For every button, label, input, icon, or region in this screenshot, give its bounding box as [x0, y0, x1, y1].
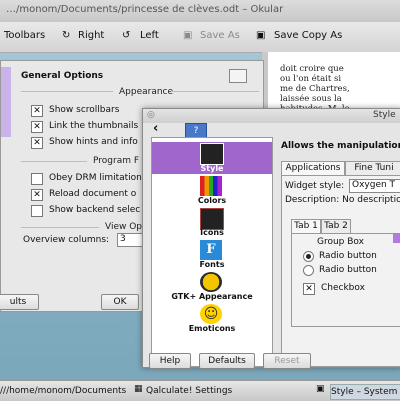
widget-style-label: Widget style: [285, 181, 345, 191]
style-dialog-title: Style [373, 110, 396, 120]
view-options-section-label: View Op [105, 222, 143, 232]
rotate-left-button[interactable]: Left [140, 30, 159, 41]
radio-button-1[interactable] [303, 251, 314, 262]
reload-document-checkbox[interactable]: ✕ [31, 189, 43, 201]
preview-tab-1[interactable]: Tab 1 [291, 219, 321, 233]
category-selection-strip [1, 67, 11, 137]
window-menu-icon[interactable]: ◎ [147, 110, 155, 120]
taskbar-item-documents[interactable]: ///home/monom/Documents [0, 384, 126, 398]
obey-drm-label: Obey DRM limitation [49, 173, 142, 183]
taskbar-item-style[interactable]: Style – System [330, 384, 400, 400]
okular-window-title: …/monom/Documents/princesse de clèves.od… [6, 4, 284, 15]
help-button[interactable]: Help [149, 353, 191, 369]
preview-tab-2[interactable]: Tab 2 [321, 219, 351, 233]
show-scrollbars-checkbox[interactable]: ✕ [31, 105, 43, 117]
program-features-section-label: Program F [93, 156, 140, 166]
rotate-left-icon: ↺ [122, 30, 131, 41]
category-style[interactable]: Style [152, 142, 272, 174]
style-icon [200, 143, 224, 165]
defaults-button[interactable]: ults [0, 294, 39, 310]
save-as-button[interactable]: Save As [200, 30, 240, 41]
save-copy-as-icon: ▣ [256, 30, 266, 41]
back-arrow-icon[interactable]: ‹ [153, 121, 158, 136]
tab-applications[interactable]: Applications [281, 161, 345, 175]
category-colors[interactable]: Colors [152, 176, 272, 206]
toolbars-button[interactable]: Toolbars [4, 30, 45, 41]
style-panel: Allows the manipulation o Applications F… [279, 137, 400, 367]
fonts-icon: F [200, 240, 222, 260]
category-emoticons[interactable]: ☺ Emoticons [152, 304, 272, 334]
save-as-icon: ▣ [183, 30, 193, 41]
category-gtk-appearance[interactable]: GTK+ Appearance [152, 272, 272, 302]
taskbar: ///home/monom/Documents ▦ Qalculate! Set… [0, 380, 400, 401]
link-thumbnails-label: Link the thumbnails [49, 121, 139, 131]
style-panel-heading: Allows the manipulation o [281, 141, 400, 151]
reset-button[interactable]: Reset [263, 353, 311, 369]
divider [21, 161, 87, 162]
save-copy-as-button[interactable]: Save Copy As [274, 30, 342, 41]
appearance-section-label: Appearance [119, 87, 174, 97]
obey-drm-checkbox[interactable] [31, 173, 43, 185]
icons-icon [200, 208, 224, 230]
document-text: doit croire que ou l'on était si me de C… [280, 64, 350, 114]
gtk-appearance-icon [200, 272, 222, 292]
rotate-right-icon: ↻ [62, 30, 71, 41]
qalculate-icon: ▦ [134, 384, 143, 394]
emoticons-icon: ☺ [200, 304, 222, 324]
preview-checkbox-label: Checkbox [321, 283, 365, 293]
radio-button-2[interactable] [303, 265, 314, 276]
okular-titlebar[interactable]: …/monom/Documents/princesse de clèves.od… [0, 0, 400, 23]
radio-button-1-label: Radio button [319, 251, 377, 261]
reload-document-label: Reload document o [49, 189, 137, 199]
divider [171, 91, 259, 92]
style-dialog-titlebar[interactable]: ◎ Style [143, 109, 400, 123]
group-box-label: Group Box [317, 237, 364, 247]
overview-columns-label: Overview columns: [23, 235, 110, 245]
settings-icon [229, 69, 247, 83]
tab-fine-tuning[interactable]: Fine Tuni [345, 161, 400, 175]
widget-style-combobox[interactable]: Oxygen T [349, 179, 400, 193]
show-backend-label: Show backend selec [49, 205, 141, 215]
general-options-header: General Options [21, 71, 104, 81]
show-scrollbars-label: Show scrollbars [49, 105, 120, 115]
divider [21, 227, 99, 228]
category-icons[interactable]: Icons [152, 208, 272, 238]
taskbar-item-qalculate[interactable]: Qalculate! Settings [146, 384, 296, 398]
rotate-right-button[interactable]: Right [78, 30, 104, 41]
preview-checkbox[interactable]: ✕ [303, 283, 315, 295]
show-hints-checkbox[interactable]: ✕ [31, 137, 43, 149]
radio-button-2-label: Radio button [319, 265, 377, 275]
category-list: Style Colors Icons F Fonts GTK+ Appearan… [151, 137, 273, 367]
description-text: Description: No descriptio [285, 195, 400, 205]
colors-icon [200, 176, 222, 196]
style-settings-dialog: ◎ Style ‹ ? Style Colors Icons F Fonts G… [142, 108, 400, 369]
preview-panel [291, 233, 400, 327]
ok-button[interactable]: OK [101, 294, 139, 310]
defaults-button[interactable]: Defaults [199, 353, 255, 369]
divider [21, 91, 113, 92]
system-settings-task-icon: ▣ [316, 384, 325, 394]
show-backend-checkbox[interactable] [31, 205, 43, 217]
category-fonts[interactable]: F Fonts [152, 240, 272, 270]
show-hints-label: Show hints and info [49, 137, 138, 147]
okular-toolbar: Toolbars ↻ Right ↺ Left ▣ Save As ▣ Save… [0, 22, 400, 53]
preview-accent-swatch [393, 233, 400, 243]
link-thumbnails-checkbox[interactable]: ✕ [31, 121, 43, 133]
